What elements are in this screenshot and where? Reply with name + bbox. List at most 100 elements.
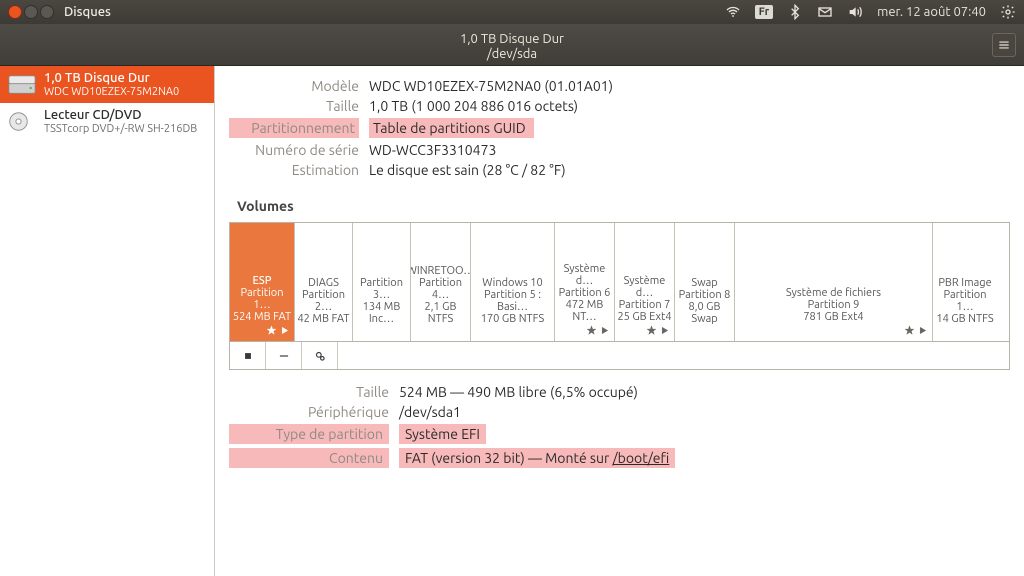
mount-point-link[interactable]: /boot/efi <box>612 450 669 466</box>
star-icon <box>904 325 915 339</box>
partition-name: Windows 10 <box>482 277 542 289</box>
partition-number: Partition 2… <box>297 289 350 313</box>
partition-number: Partition 7 <box>619 299 671 311</box>
unmount-button[interactable] <box>230 342 266 369</box>
partition-name: Système d… <box>557 263 612 287</box>
partition-name: ESP <box>252 275 271 287</box>
partition-size: 14 GB NTFS <box>936 313 993 325</box>
partition-name: DIAGS <box>308 277 339 289</box>
sidebar-drive-optical[interactable]: Lecteur CD/DVD TSSTcorp DVD+/-RW SH-216D… <box>0 103 214 140</box>
detail-label: Type de partition <box>229 424 389 444</box>
star-icon <box>586 325 597 339</box>
partition-size: 524 MB FAT <box>233 311 291 323</box>
sidebar-drive-sub: WDC WD10EZEX-75M2NA0 <box>44 86 179 98</box>
partition-block[interactable]: WINRETOO…Partition 4…2,1 GB NTFS <box>411 223 471 341</box>
volume-icon[interactable] <box>847 4 863 20</box>
partition-block[interactable]: DIAGSPartition 2…42 MB FAT <box>295 223 353 341</box>
prop-value: Le disque est sain (28 °C / 82 °F) <box>369 162 566 178</box>
play-icon <box>659 325 670 339</box>
drive-properties: Modèle WDC WD10EZEX-75M2NA0 (01.01A01) Ta… <box>215 66 1024 180</box>
mail-icon[interactable] <box>817 4 833 20</box>
partition-size: 8,0 GB Swap <box>677 301 732 325</box>
header-title-block: 1,0 TB Disque Dur /dev/sda <box>0 27 1024 62</box>
partition-block[interactable]: Système d…Partition 6472 MB NT… <box>555 223 615 341</box>
partition-size: 42 MB FAT <box>297 313 349 325</box>
sidebar-drive-title: 1,0 TB Disque Dur <box>44 71 179 85</box>
prop-value: WD-WCC3F3310473 <box>369 142 496 158</box>
header-subtitle: /dev/sda <box>0 47 1024 62</box>
partition-block[interactable]: ESPPartition 1…524 MB FAT <box>230 223 295 341</box>
detail-label: Contenu <box>229 448 389 468</box>
detail-label: Périphérique <box>229 404 389 420</box>
optical-icon <box>8 111 36 133</box>
play-icon <box>279 325 290 339</box>
prop-label: Taille <box>229 98 359 114</box>
prop-label: Modèle <box>229 78 359 94</box>
detail-value: 524 MB — 490 MB libre (6,5% occupé) <box>399 384 638 400</box>
partition-name: PBR Image <box>938 277 991 289</box>
app-name: Disques <box>64 5 111 19</box>
partition-block[interactable]: Système d…Partition 725 GB Ext4 <box>615 223 675 341</box>
system-tray: Fr mer. 12 août 07:40 <box>725 4 1016 20</box>
window-maximize-button[interactable] <box>40 5 54 19</box>
clock[interactable]: mer. 12 août 07:40 <box>877 5 986 19</box>
sidebar-drive-title: Lecteur CD/DVD <box>44 108 197 122</box>
drive-sidebar: 1,0 TB Disque Dur WDC WD10EZEX-75M2NA0 L… <box>0 66 215 576</box>
keyboard-layout-indicator[interactable]: Fr <box>755 5 774 19</box>
delete-partition-button[interactable] <box>266 342 302 369</box>
partition-details: Taille 524 MB — 490 MB libre (6,5% occupé… <box>215 370 1024 470</box>
window-close-button[interactable] <box>8 5 22 19</box>
partition-size: 781 GB Ext4 <box>803 311 863 323</box>
header-title: 1,0 TB Disque Dur <box>0 32 1024 47</box>
prop-label: Numéro de série <box>229 142 359 158</box>
partition-block[interactable]: Windows 10Partition 5 : Basi…170 GB NTFS <box>471 223 555 341</box>
bluetooth-icon[interactable] <box>787 4 803 20</box>
partition-block[interactable]: Partition 3…134 MB Inc… <box>353 223 411 341</box>
wifi-icon[interactable] <box>725 4 741 20</box>
partition-name: Système de fichiers <box>786 287 881 299</box>
main-content: Modèle WDC WD10EZEX-75M2NA0 (01.01A01) Ta… <box>215 66 1024 576</box>
partition-number: Partition 3… <box>355 277 408 301</box>
sidebar-drive-sub: TSSTcorp DVD+/-RW SH-216DB <box>44 123 197 135</box>
partition-number: Partition 9 <box>808 299 860 311</box>
partition-size: 25 GB Ext4 <box>617 311 671 323</box>
top-menubar: Disques Fr mer. 12 août 07:40 <box>0 0 1024 24</box>
star-icon <box>266 325 277 339</box>
partition-size: 472 MB NT… <box>557 299 612 323</box>
gear-icon[interactable] <box>1000 4 1016 20</box>
partition-block[interactable]: SwapPartition 88,0 GB Swap <box>675 223 735 341</box>
partition-number: Partition 1… <box>935 289 995 313</box>
partition-number: Partition 4… <box>413 277 468 301</box>
more-actions-button[interactable] <box>302 342 338 369</box>
partition-size: 2,1 GB NTFS <box>413 301 468 325</box>
window-controls <box>8 5 54 19</box>
sidebar-drive-hdd[interactable]: 1,0 TB Disque Dur WDC WD10EZEX-75M2NA0 <box>0 66 214 103</box>
prop-label: Partitionnement <box>229 118 359 138</box>
partition-size: 170 GB NTFS <box>481 313 544 325</box>
play-icon <box>917 325 928 339</box>
hdd-icon <box>8 74 36 96</box>
partition-number: Partition 1… <box>232 287 292 311</box>
partition-number: Partition 8 <box>679 289 731 301</box>
play-icon <box>599 325 610 339</box>
star-icon <box>646 325 657 339</box>
partition-block[interactable]: Système de fichiersPartition 9781 GB Ext… <box>735 223 933 341</box>
prop-label: Estimation <box>229 162 359 178</box>
detail-value: /dev/sda1 <box>399 404 461 420</box>
prop-value: Table de partitions GUID <box>369 118 534 138</box>
partition-block[interactable]: PBR ImagePartition 1…14 GB NTFS <box>933 223 997 341</box>
partition-map: ESPPartition 1…524 MB FATDIAGSPartition … <box>229 222 1010 342</box>
prop-value: WDC WD10EZEX-75M2NA0 (01.01A01) <box>369 78 613 94</box>
header-bar: 1,0 TB Disque Dur /dev/sda <box>0 24 1024 66</box>
volumes-heading: Volumes <box>237 198 1024 214</box>
partition-size: 134 MB Inc… <box>355 301 408 325</box>
partition-name: Système d… <box>617 275 672 299</box>
partition-number: Partition 6 <box>559 287 611 299</box>
detail-value: FAT (version 32 bit) — Monté sur /boot/e… <box>399 448 675 468</box>
detail-label: Taille <box>229 384 389 400</box>
partition-name: Swap <box>691 277 717 289</box>
window-minimize-button[interactable] <box>24 5 38 19</box>
partition-number: Partition 5 : Basi… <box>473 289 552 313</box>
volume-toolbar <box>229 342 1010 370</box>
detail-value: Système EFI <box>399 424 486 444</box>
